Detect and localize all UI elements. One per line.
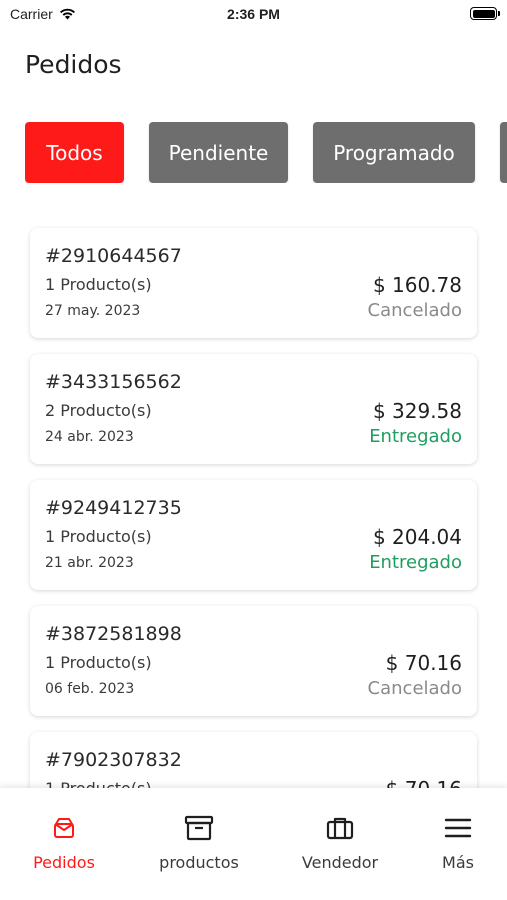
order-card[interactable]: #3872581898 1 Producto(s) 06 feb. 2023 $… xyxy=(30,606,477,716)
order-total: $ 160.78 xyxy=(372,273,462,297)
tab-pedidos[interactable]: Pedidos xyxy=(4,812,124,874)
order-list[interactable]: #2910644567 1 Producto(s) 27 may. 2023 $… xyxy=(0,200,507,790)
page-title: Pedidos xyxy=(25,50,122,79)
order-id: #2910644567 xyxy=(45,245,182,267)
tab-vendedor[interactable]: Vendedor xyxy=(280,812,400,874)
battery-icon xyxy=(470,7,500,20)
order-card[interactable]: #7902307832 1 Producto(s) $ 70.16 xyxy=(30,732,477,790)
order-id: #9249412735 xyxy=(45,497,182,519)
status-time: 2:36 PM xyxy=(227,6,280,22)
order-product-count: 1 Producto(s) xyxy=(45,527,152,546)
order-product-count: 1 Producto(s) xyxy=(45,275,152,294)
filter-chip-programado[interactable]: Programado xyxy=(313,122,475,183)
tab-productos[interactable]: productos xyxy=(139,812,259,874)
order-product-count: 1 Producto(s) xyxy=(45,653,152,672)
archive-box-icon xyxy=(183,812,215,844)
inbox-icon xyxy=(48,812,80,844)
order-total: $ 70.16 xyxy=(385,651,462,675)
order-status: Entregado xyxy=(369,552,462,573)
tab-label: Pedidos xyxy=(33,853,95,872)
order-date: 21 abr. 2023 xyxy=(45,555,134,571)
order-date: 24 abr. 2023 xyxy=(45,429,134,445)
bottom-tab-bar: Pedidos productos Vendedor Más xyxy=(0,788,507,900)
order-id: #3433156562 xyxy=(45,371,182,393)
order-id: #3872581898 xyxy=(45,623,182,645)
order-id: #7902307832 xyxy=(45,749,182,771)
menu-icon xyxy=(442,812,474,844)
filter-chip-todos[interactable]: Todos xyxy=(25,122,124,183)
order-card[interactable]: #2910644567 1 Producto(s) 27 may. 2023 $… xyxy=(30,228,477,338)
briefcase-icon xyxy=(324,812,356,844)
tab-label: Vendedor xyxy=(301,853,379,872)
filter-chip-next[interactable] xyxy=(500,122,507,183)
status-bar: Carrier 2:36 PM xyxy=(0,0,507,30)
order-total: $ 204.04 xyxy=(372,525,462,549)
order-card[interactable]: #9249412735 1 Producto(s) 21 abr. 2023 $… xyxy=(30,480,477,590)
order-status: Entregado xyxy=(369,426,462,447)
order-total: $ 329.58 xyxy=(372,399,462,423)
order-status: Cancelado xyxy=(367,300,462,321)
order-card[interactable]: #3433156562 2 Producto(s) 24 abr. 2023 $… xyxy=(30,354,477,464)
order-date: 06 feb. 2023 xyxy=(45,681,135,697)
tab-mas[interactable]: Más xyxy=(398,812,507,874)
tab-label: Más xyxy=(442,853,474,872)
order-product-count: 2 Producto(s) xyxy=(45,401,152,420)
order-status: Cancelado xyxy=(367,678,462,699)
filter-bar[interactable]: Todos Pendiente Programado xyxy=(25,122,507,183)
tab-label: productos xyxy=(159,853,239,872)
order-date: 27 may. 2023 xyxy=(45,303,141,319)
filter-chip-pendiente[interactable]: Pendiente xyxy=(149,122,288,183)
